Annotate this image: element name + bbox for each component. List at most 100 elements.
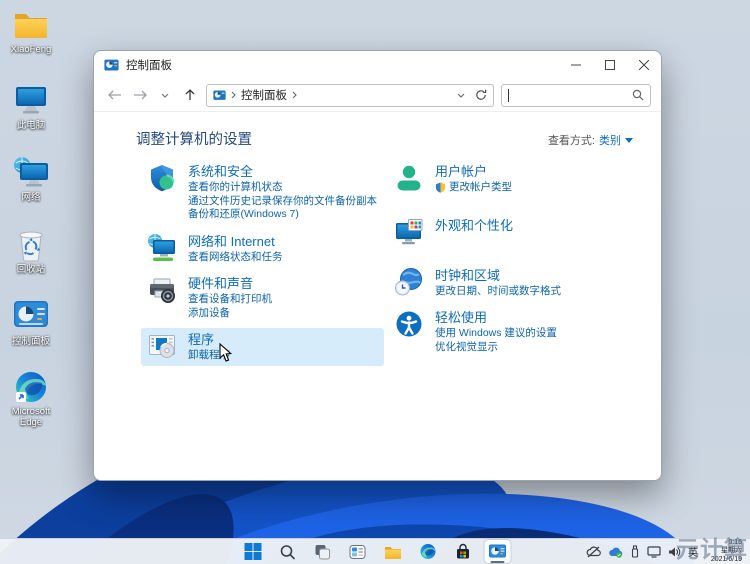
start-button[interactable]: [240, 540, 266, 563]
recycle-bin-icon: [2, 228, 60, 262]
file-explorer-button[interactable]: [380, 540, 406, 563]
network-icon: [2, 156, 60, 190]
microsoft-store-button[interactable]: [450, 540, 476, 563]
desktop-icon-recycle-bin[interactable]: 回收站: [2, 228, 60, 275]
category-ease-of-access[interactable]: 轻松使用 使用 Windows 建议的设置 优化视觉显示: [388, 306, 631, 357]
category-programs[interactable]: 程序 卸载程序: [141, 328, 384, 366]
user-icon: [394, 163, 424, 193]
view-by-value[interactable]: 类别: [599, 132, 621, 148]
category-user-accounts[interactable]: 用户帐户 更改帐户类型: [388, 160, 631, 198]
window-title: 控制面板: [126, 57, 559, 73]
watermark: 元计算: [676, 530, 748, 564]
desktop-icon-xiaofeng[interactable]: XiaoFeng: [2, 8, 60, 55]
category-clock-region[interactable]: 时钟和区域 更改日期、时间或数字格式: [388, 264, 631, 302]
windows-logo-icon: [244, 543, 261, 560]
address-control-panel-icon: [213, 90, 226, 101]
task-link[interactable]: 使用 Windows 建议的设置: [435, 327, 557, 341]
search-input[interactable]: [501, 84, 651, 107]
task-link[interactable]: 查看你的计算机状态: [188, 181, 377, 195]
recent-pages-chevron-icon[interactable]: [156, 85, 174, 105]
text-caret: [508, 89, 509, 102]
category-title[interactable]: 系统和安全: [188, 164, 253, 179]
task-link[interactable]: 添加设备: [188, 307, 272, 321]
forward-button[interactable]: [131, 85, 149, 105]
maximize-button[interactable]: [593, 51, 627, 79]
category-title[interactable]: 程序: [188, 332, 214, 347]
desktop-icon-label: XiaoFeng: [2, 44, 60, 55]
address-bar[interactable]: 控制面板: [206, 84, 494, 107]
widgets-icon: [349, 543, 367, 561]
window-control-panel-icon: [104, 59, 119, 72]
network-globe-monitor-icon: [147, 233, 177, 263]
edge-icon: [2, 370, 60, 404]
desktop-icon-label: 此电脑: [2, 120, 60, 131]
desktop-icon-label: 回收站: [2, 264, 60, 275]
search-icon: [632, 89, 644, 101]
category-hardware-sound[interactable]: 硬件和声音 查看设备和打印机 添加设备: [141, 272, 384, 323]
usb-device-icon[interactable]: [630, 545, 640, 558]
category-title[interactable]: 用户帐户: [435, 164, 487, 179]
desktop-icon-network[interactable]: 网络: [2, 156, 60, 203]
category-title[interactable]: 外观和个性化: [435, 218, 513, 233]
category-column-left: 系统和安全 查看你的计算机状态 通过文件历史记录保存你的文件备份副本 备份和还原…: [141, 160, 384, 366]
category-network-internet[interactable]: 网络和 Internet 查看网络状态和任务: [141, 230, 384, 268]
widgets-button[interactable]: [345, 540, 371, 563]
desktop-icon-label: Microsoft Edge: [2, 406, 60, 428]
category-title[interactable]: 轻松使用: [435, 310, 487, 325]
control-panel-window: 控制面板: [93, 50, 662, 481]
close-button[interactable]: [627, 51, 661, 79]
ease-of-access-icon: [394, 309, 424, 339]
printer-speaker-icon: [147, 275, 177, 305]
control-panel-home: 调整计算机的设置 查看方式: 类别: [94, 112, 661, 480]
refresh-icon[interactable]: [475, 89, 487, 101]
control-panel-taskbar-button[interactable]: [485, 540, 511, 563]
breadcrumb[interactable]: 控制面板: [241, 87, 287, 103]
desktop-icon-this-pc[interactable]: 此电脑: [2, 84, 60, 131]
taskbar: 英 0:16 星期六 2021/6/19: [0, 538, 750, 564]
category-appearance-personalization[interactable]: 外观和个性化: [388, 214, 631, 250]
search-taskbar-button[interactable]: [275, 540, 301, 563]
category-title[interactable]: 网络和 Internet: [188, 234, 275, 249]
edge-icon: [419, 543, 436, 560]
folder-icon: [2, 8, 60, 42]
onedrive-offline-icon[interactable]: [586, 546, 601, 558]
minimize-button[interactable]: [559, 51, 593, 79]
back-button[interactable]: [106, 85, 124, 105]
edge-taskbar-button[interactable]: [415, 540, 441, 563]
address-dropdown-icon[interactable]: [457, 93, 465, 98]
clock-globe-icon: [394, 267, 424, 297]
control-panel-icon: [489, 544, 507, 559]
task-link[interactable]: 备份和还原(Windows 7): [188, 208, 377, 222]
desktop-icon-edge[interactable]: Microsoft Edge: [2, 370, 60, 428]
desktop: XiaoFeng 此电脑 网络: [0, 0, 750, 564]
search-icon: [280, 544, 296, 560]
desktop-icon-label: 网络: [2, 192, 60, 203]
control-panel-icon: [2, 300, 60, 334]
view-by-dropdown-icon[interactable]: [625, 138, 633, 143]
store-icon: [454, 543, 471, 560]
task-link[interactable]: 查看设备和打印机: [188, 293, 272, 307]
mouse-cursor: [219, 343, 233, 363]
task-link[interactable]: 更改帐户类型: [449, 181, 512, 195]
category-title[interactable]: 硬件和声音: [188, 276, 253, 291]
category-title[interactable]: 时钟和区域: [435, 268, 500, 283]
display-network-icon[interactable]: [647, 546, 661, 558]
task-view-icon: [314, 543, 332, 561]
category-system-security[interactable]: 系统和安全 查看你的计算机状态 通过文件历史记录保存你的文件备份副本 备份和还原…: [141, 160, 384, 225]
breadcrumb-chevron-icon[interactable]: [292, 91, 297, 99]
up-button[interactable]: [181, 85, 199, 105]
task-view-button[interactable]: [310, 540, 336, 563]
page-title: 调整计算机的设置: [136, 128, 252, 149]
programs-icon: [147, 331, 177, 361]
breadcrumb-chevron-icon: [231, 91, 236, 99]
appearance-icon: [394, 217, 424, 247]
navigation-toolbar: 控制面板: [94, 79, 661, 112]
view-by-label: 查看方式:: [548, 132, 595, 148]
desktop-icon-control-panel[interactable]: 控制面板: [2, 300, 60, 347]
task-link[interactable]: 更改日期、时间或数字格式: [435, 285, 561, 299]
task-link[interactable]: 查看网络状态和任务: [188, 251, 283, 265]
task-link[interactable]: 优化视觉显示: [435, 341, 557, 355]
shield-icon: [147, 163, 177, 193]
task-link[interactable]: 通过文件历史记录保存你的文件备份副本: [188, 195, 377, 209]
security-status-icon[interactable]: [608, 546, 623, 558]
